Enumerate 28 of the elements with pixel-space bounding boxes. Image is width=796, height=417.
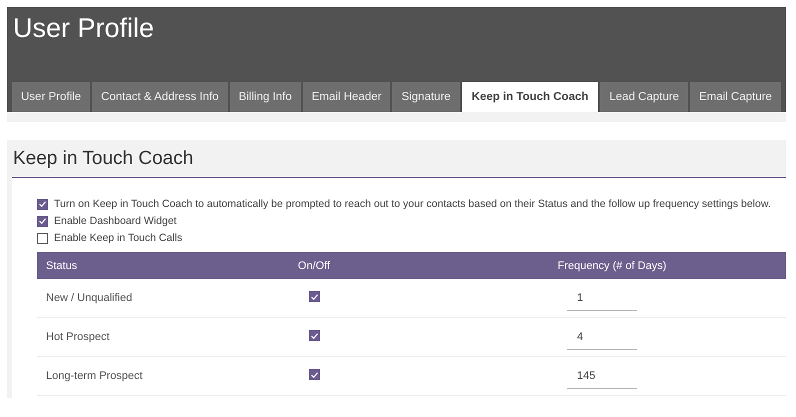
checkbox[interactable]: [308, 369, 320, 380]
frequency-field[interactable]: 145: [567, 364, 637, 388]
tab[interactable]: Email Header: [302, 82, 390, 112]
page-title: User Profile: [12, 12, 156, 44]
tab[interactable]: Email Capture: [690, 82, 781, 112]
checkbox[interactable]: [37, 216, 48, 226]
option-label: Turn on Keep in Touch Coach to automatically be prompted to reach out to your contacts based on their Status and the follow up frequency settings below.: [54, 198, 771, 210]
status-cell: Long-term Prospect: [37, 356, 190, 396]
option-label: Enable Dashboard Widget: [54, 215, 177, 227]
column-header: Frequency (# of Days): [438, 252, 786, 279]
tab[interactable]: Keep in Touch Coach: [462, 82, 598, 112]
checkbox[interactable]: [308, 330, 320, 342]
frequency-field[interactable]: 1: [567, 286, 637, 310]
tab[interactable]: Billing Info: [230, 82, 301, 112]
checkbox[interactable]: [37, 198, 48, 210]
status-cell: Hot Prospect: [37, 318, 190, 356]
checkbox[interactable]: [308, 291, 320, 302]
status-cell: New / Unqualified: [37, 279, 190, 318]
section-title: Keep in Touch Coach: [12, 140, 786, 178]
option-label: Enable Keep in Touch Calls: [54, 232, 182, 244]
checkbox[interactable]: [37, 232, 48, 244]
tab[interactable]: Signature: [392, 82, 460, 112]
tab[interactable]: User Profile: [12, 82, 90, 112]
column-header: Status: [37, 252, 190, 279]
column-header: On/Off: [190, 252, 438, 279]
tab[interactable]: Lead Capture: [600, 82, 688, 112]
tab[interactable]: Contact & Address Info: [92, 82, 228, 112]
frequency-field[interactable]: 4: [567, 324, 637, 350]
